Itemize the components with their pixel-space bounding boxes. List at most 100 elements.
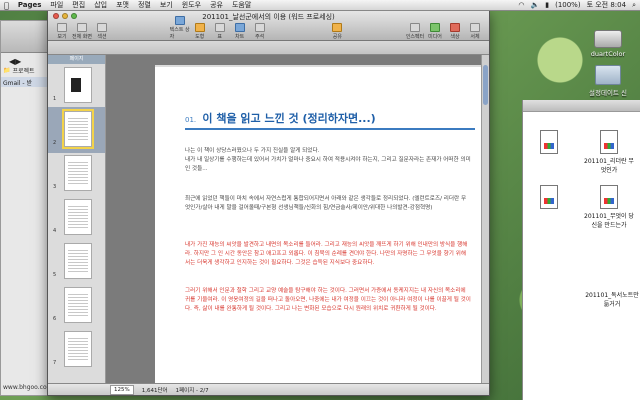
share-icon [332, 23, 343, 32]
file-item[interactable]: 201101_리더란 무엇인가 [583, 130, 635, 174]
file-item[interactable] [523, 130, 575, 156]
bookmark-bar: 📁 프로젝트 [1, 65, 49, 75]
wifi-icon[interactable]: ◠ [518, 1, 524, 9]
hdd-label: duartColor [590, 50, 626, 58]
share-button[interactable]: 공유 [327, 23, 347, 40]
finder-titlebar [523, 100, 640, 112]
colors-icon [450, 23, 461, 32]
fonts-button[interactable]: 서체 [465, 23, 485, 40]
page-indicator[interactable]: 1페이지 - 2/7 [176, 386, 209, 394]
browser-tab[interactable]: Gmail - 받 [1, 77, 49, 87]
folder-icon [595, 65, 621, 85]
hard-drive-icon[interactable]: duartColor [578, 30, 638, 58]
menu-app-pages[interactable]: Pages [18, 1, 42, 9]
menu-file[interactable]: 파일 [50, 0, 63, 10]
page-thumbnail[interactable]: 4 [53, 199, 92, 235]
drive-icon [594, 30, 622, 48]
heading-number: 01. [185, 116, 197, 124]
pages-document-icon [600, 185, 618, 209]
background-browser-window[interactable]: ◀▶ 📁 프로젝트 Gmail - 받 www.bhgoo.com [0, 20, 53, 396]
page-thumbnails-sidebar[interactable]: 페이지 1 2 3 4 5 6 7 [48, 55, 106, 385]
document-page[interactable]: 01. 이 책을 읽고 느낀 것 (정리하자면...) 나는 이 책이 상당스러… [155, 65, 485, 385]
file-label: 201101_독서노트만듦거거 [585, 292, 639, 308]
menu-edit[interactable]: 편집 [72, 0, 85, 10]
battery-text: (100%) [555, 1, 581, 9]
media-button[interactable]: 미디어 [425, 23, 445, 40]
fonts-icon [470, 23, 481, 32]
table-button[interactable]: 표 [210, 23, 230, 40]
chart-button[interactable]: 차트 [230, 23, 250, 40]
paragraph-highlight[interactable]: 내가 가진 재능의 씨앗을 발견하고 내면의 목소리를 들어라. 그리고 재능의… [185, 241, 471, 268]
comment-icon [254, 23, 265, 32]
format-bar[interactable] [48, 41, 489, 55]
zoom-select[interactable]: 125% [110, 384, 134, 395]
section-icon [97, 23, 107, 32]
apple-menu-icon[interactable]:  [4, 1, 9, 10]
clock[interactable]: 토 오전 8:04 [587, 0, 627, 10]
page-thumbnail[interactable]: 2 [53, 109, 94, 149]
document-canvas[interactable]: 01. 이 책을 읽고 느낀 것 (정리하자면...) 나는 이 책이 상당스러… [106, 55, 489, 385]
bookmark-item[interactable]: 프로젝트 [12, 66, 34, 75]
gmail-tab-label[interactable]: Gmail - 받 [3, 78, 32, 87]
comment-button[interactable]: 주석 [250, 23, 270, 40]
colors-button[interactable]: 색상 [445, 23, 465, 40]
file-item[interactable]: 201101_독서노트만듦거거 [583, 290, 640, 308]
media-icon [430, 23, 441, 32]
folder-label: 설정데이트 신 [589, 89, 627, 97]
paragraph[interactable]: 최근에 읽었던 책들이 마치 속에서 자연스럽게 통합되어지면서 아래와 같은 … [185, 195, 471, 213]
page-thumbnail[interactable]: 5 [53, 243, 92, 279]
vertical-scrollbar[interactable] [481, 55, 489, 385]
table-icon [214, 23, 225, 32]
menu-arrange[interactable]: 정렬 [138, 0, 151, 10]
word-count: 1,641단어 [141, 387, 168, 394]
inspector-icon [410, 23, 421, 32]
menu-share[interactable]: 공유 [210, 0, 223, 10]
shape-button[interactable]: 도형 [190, 23, 210, 40]
section-heading[interactable]: 01. 이 책을 읽고 느낀 것 (정리하자면...) [185, 110, 475, 130]
cover-image [71, 78, 81, 92]
sidebar-header: 페이지 [48, 55, 105, 64]
scrollbar-knob[interactable] [483, 65, 488, 105]
pages-document-icon [540, 130, 558, 154]
fullscreen-button[interactable]: 전체 화면 [72, 23, 92, 40]
volume-icon[interactable]: 🔈 [531, 1, 540, 9]
toolbar: 보기 전체 화면 섹션 텍스트 상자 도형 표 차트 주석 공유 인스펙터 미디… [48, 16, 489, 41]
textbox-icon [174, 16, 185, 25]
menu-format[interactable]: 포맷 [116, 0, 129, 10]
chart-icon [234, 23, 245, 32]
window-titlebar[interactable]: 201101_날선군에서의 이용 (워드 프로세싱) 보기 전체 화면 섹션 텍… [48, 11, 489, 41]
paragraph[interactable]: 나는 이 책이 상당스러웠으나 두 가지 진실을 알게 되었다. [185, 147, 471, 156]
browser-toolbar [1, 21, 49, 53]
folder-icon: 📁 [3, 66, 11, 74]
page-thumbnail[interactable]: 7 [53, 331, 92, 367]
status-bar: 125% 1,641단어 1페이지 - 2/7 [48, 383, 489, 395]
file-label: 201101_무엇이 당신을 만드는가 [584, 213, 634, 229]
desktop-folder[interactable]: 설정데이트 신 [578, 65, 638, 97]
menu-window[interactable]: 윈도우 [182, 0, 201, 10]
pages-document-icon [540, 185, 558, 209]
menu-help[interactable]: 도움말 [232, 0, 251, 10]
paragraph[interactable]: 내가 내 일상기를 수행하는데 있어서 가치가 얼마나 중요시 하여 적용시켜야… [185, 156, 471, 174]
view-button[interactable]: 보기 [52, 23, 72, 40]
page-thumbnail[interactable]: 1 [53, 67, 92, 103]
textbox-button[interactable]: 텍스트 상자 [170, 16, 190, 40]
menu-view[interactable]: 보기 [160, 0, 173, 10]
menu-insert[interactable]: 삽입 [94, 0, 107, 10]
battery-icon[interactable]: ▮ [545, 1, 549, 9]
pages-window[interactable]: 201101_날선군에서의 이용 (워드 프로세싱) 보기 전체 화면 섹션 텍… [47, 10, 490, 396]
section-button[interactable]: 섹션 [92, 23, 112, 40]
page-thumbnail[interactable]: 6 [53, 287, 92, 323]
fullscreen-icon [77, 23, 87, 32]
page-thumbnail[interactable]: 3 [53, 155, 92, 191]
spotlight-icon[interactable]: ⌕ [632, 1, 636, 10]
inspector-button[interactable]: 인스펙터 [405, 23, 425, 40]
heading-text: 이 책을 읽고 느낀 것 (정리하자면...) [202, 112, 376, 125]
file-item[interactable]: 201101_무엇이 당신을 만드는가 [583, 185, 635, 229]
file-item[interactable] [523, 185, 575, 211]
pages-document-icon [600, 130, 618, 154]
browser-status: www.bhgoo.com [3, 384, 53, 391]
paragraph-highlight[interactable]: 그러기 위해서 인문과 철학 그리고 교양 예술을 탐구해야 하는 것이다. 그… [185, 287, 471, 314]
finder-window[interactable]: 201101_리더란 무엇인가 201101_무엇이 당신을 만드는가 2011… [522, 100, 640, 400]
file-label: 201101_리더란 무엇인가 [584, 158, 634, 174]
view-icon [57, 23, 67, 32]
